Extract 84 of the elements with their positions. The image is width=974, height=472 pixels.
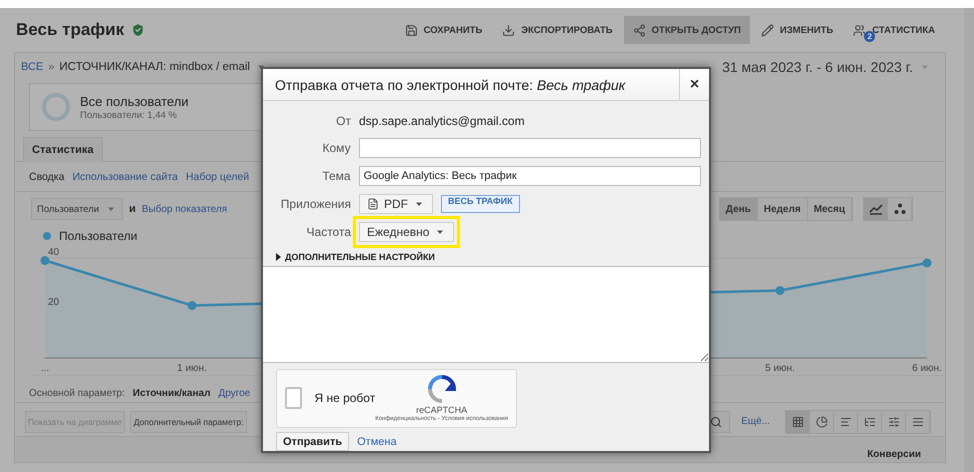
period-button[interactable]: День — [720, 198, 758, 220]
input-field[interactable] — [358, 138, 701, 158]
subtab-link[interactable]: Использование сайта — [72, 170, 178, 182]
breadcrumb-link[interactable]: ВСЕ — [21, 61, 44, 73]
field-label: Частота — [306, 225, 351, 239]
metric-link[interactable]: Выбор показателя — [142, 204, 228, 214]
cancel-link[interactable]: Отмена — [357, 436, 397, 448]
dots-icon — [894, 203, 906, 215]
format-dropdown[interactable]: PDF — [359, 194, 433, 214]
y-tick-label: 20 — [48, 297, 60, 308]
send-button[interactable]: Отправить — [276, 432, 350, 451]
x-tick-label: ... — [40, 363, 50, 374]
frequency-dropdown[interactable]: Ежедневно — [359, 222, 454, 242]
chart-type-button[interactable] — [888, 198, 912, 220]
field-label: От — [335, 114, 351, 128]
data-point — [40, 256, 50, 265]
data-point — [922, 258, 932, 268]
metric-select[interactable]: Пользователи — [31, 198, 124, 220]
chart-type-button[interactable] — [864, 198, 888, 220]
toolbar-button[interactable]: ОТКРЫТЬ ДОСТУП — [624, 16, 750, 44]
captcha-checkbox[interactable] — [285, 387, 302, 410]
document-icon — [367, 198, 379, 210]
ring-icon — [42, 93, 70, 121]
page-title: Весь трафик — [16, 20, 124, 40]
more-link[interactable]: Ещё... — [741, 416, 770, 427]
other-dropdown[interactable]: Другое — [218, 388, 250, 398]
segment-name: Все пользователи — [80, 94, 189, 108]
param-value: Источник/канал — [132, 388, 210, 398]
legend-label: Пользователи — [59, 229, 138, 243]
report-tag: ВЕСЬ ТРАФИК — [441, 195, 520, 213]
line-chart-icon — [868, 203, 882, 215]
field-label: Кому — [322, 141, 351, 155]
data-point — [188, 301, 196, 310]
view-button[interactable] — [882, 410, 906, 432]
circular-arrows-icon — [426, 374, 457, 404]
sliders-icon — [888, 416, 900, 428]
lines-icon — [912, 416, 924, 428]
data-point — [776, 286, 784, 295]
column-header[interactable]: Конверсии — [867, 449, 921, 460]
period-button[interactable]: Месяц — [808, 198, 852, 220]
view-button[interactable] — [786, 410, 810, 432]
toolbar-button[interactable]: ИЗМЕНИТЬ — [752, 16, 842, 44]
message-field[interactable] — [263, 266, 709, 363]
pie-chart-icon — [816, 416, 828, 428]
share-icon — [632, 24, 646, 36]
period-button[interactable]: Неделя — [758, 198, 808, 220]
dialog-title: Отправка отчета по электронной почте: Весь трафик — [274, 76, 626, 92]
field-label: Тема — [321, 169, 351, 183]
input-field[interactable]: Google Analytics: Весь трафик — [358, 166, 701, 186]
date-range-picker[interactable]: 31 мая 2023 г. - 6 июн. 2023 г. — [722, 59, 931, 75]
segment-share: Пользователи: 1,44 % — [80, 110, 178, 120]
toolbar-button[interactable]: ЭКСПОРТИРОВАТЬ — [493, 16, 622, 44]
field-label: Приложения — [280, 197, 351, 211]
captcha-label: Я не робот — [314, 391, 376, 406]
sender-email: dsp.sape.analytics@gmail.com — [359, 114, 525, 128]
tree-list-icon — [864, 416, 876, 428]
breadcrumb-current: ИСТОЧНИК/КАНАЛ: mindbox / email — [59, 61, 250, 73]
tab[interactable]: Статистика — [23, 137, 102, 162]
pencil-icon — [760, 24, 774, 36]
save-icon — [404, 24, 418, 36]
view-button[interactable] — [906, 410, 930, 432]
y-tick-label: 40 — [48, 247, 60, 258]
param-label: Основной параметр: — [29, 388, 125, 398]
subtab-link[interactable]: Набор целей — [186, 170, 250, 182]
triangle-icon — [275, 253, 281, 261]
x-tick-label: 6 июн. — [912, 363, 942, 374]
view-button[interactable] — [834, 410, 858, 432]
grid-icon — [792, 416, 804, 428]
advanced-settings-toggle[interactable]: ДОПОЛНИТЕЛЬНЫЕ НАСТРОЙКИ — [275, 252, 709, 262]
x-tick-label: 1 июн. — [177, 363, 207, 374]
view-button[interactable] — [810, 410, 834, 432]
secondary-dimension-select[interactable]: Дополнительный параметр: — [130, 410, 248, 432]
download-icon — [502, 24, 516, 36]
toolbar-button[interactable]: СОХРАНИТЬ — [396, 16, 492, 44]
close-button[interactable]: × — [679, 69, 709, 100]
subtab-link[interactable]: Сводка — [29, 170, 64, 182]
captcha-brand: reCAPTCHA — [416, 405, 468, 416]
view-button[interactable] — [858, 410, 882, 432]
search-icon — [710, 416, 722, 428]
people-icon — [853, 24, 866, 36]
conjunction-text: и — [129, 203, 136, 215]
bars-icon — [840, 416, 852, 428]
breadcrumb-separator: » — [48, 61, 54, 73]
x-tick-label: 5 июн. — [765, 363, 795, 374]
